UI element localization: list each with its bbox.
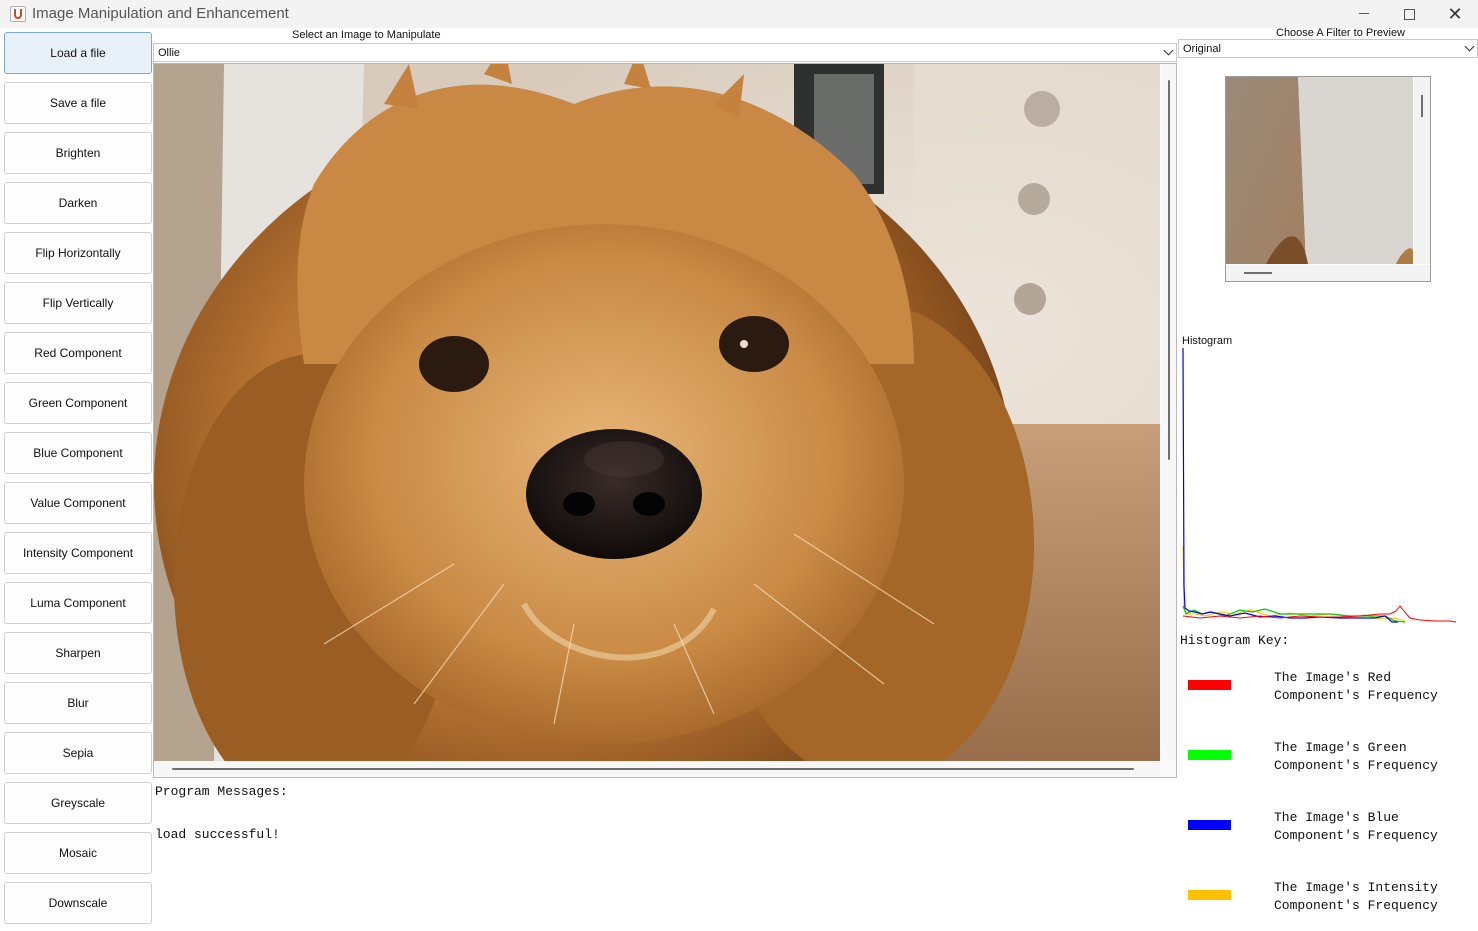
close-icon: ✕: [1447, 3, 1463, 24]
maximize-button[interactable]: [1386, 0, 1432, 28]
intensity-key-line1: The Image's Intensity: [1274, 880, 1438, 895]
minimize-icon: [1359, 12, 1369, 14]
filter-select-dropdown[interactable]: Original: [1178, 39, 1478, 58]
preview-horizontal-thumb[interactable]: [1244, 272, 1272, 274]
intensity-key-swatch: [1188, 890, 1231, 900]
load-file-button[interactable]: Load a file: [4, 32, 152, 74]
darken-button[interactable]: Darken: [4, 182, 152, 224]
chevron-down-icon: [1464, 41, 1475, 52]
maximize-icon: [1403, 8, 1415, 20]
blue-key-line1: The Image's Blue: [1274, 810, 1399, 825]
flip-horizontally-button[interactable]: Flip Horizontally: [4, 232, 152, 274]
image-selector-label: Select an Image to Manipulate: [292, 29, 441, 41]
blue-frequency-line: [1182, 347, 1398, 623]
filter-preview-image: [1226, 77, 1413, 264]
downscale-button[interactable]: Downscale: [4, 882, 152, 924]
message-line: load successful!: [155, 827, 280, 842]
intensity-frequency-line: [1182, 545, 1406, 622]
green-frequency-line: [1182, 605, 1406, 623]
messages-title: Program Messages:: [155, 784, 288, 799]
green-key-line2: Component's Frequency: [1274, 758, 1438, 773]
image-select-dropdown[interactable]: Ollie: [153, 43, 1177, 62]
red-key-swatch: [1188, 680, 1231, 690]
brighten-button[interactable]: Brighten: [4, 132, 152, 174]
intensity-component-button[interactable]: Intensity Component: [4, 532, 152, 574]
green-key-line1: The Image's Green: [1274, 740, 1407, 755]
luma-component-button[interactable]: Luma Component: [4, 582, 152, 624]
green-component-button[interactable]: Green Component: [4, 382, 152, 424]
filter-selector-label: Choose A Filter to Preview: [1276, 27, 1406, 39]
red-component-button[interactable]: Red Component: [4, 332, 152, 374]
histogram-chart: [1180, 346, 1465, 636]
image-horizontal-scrollbar[interactable]: [154, 761, 1160, 777]
image-scroll-pane[interactable]: [153, 63, 1177, 778]
sharpen-button[interactable]: Sharpen: [4, 632, 152, 674]
preview-vertical-thumb[interactable]: [1421, 95, 1423, 117]
image-select-value: Ollie: [158, 46, 181, 59]
vertical-scroll-thumb[interactable]: [1168, 80, 1170, 460]
dog-photo: [154, 64, 1160, 761]
chevron-down-icon: [1163, 45, 1174, 56]
minimize-button[interactable]: [1341, 0, 1387, 28]
blue-component-button[interactable]: Blue Component: [4, 432, 152, 474]
greyscale-button[interactable]: Greyscale: [4, 782, 152, 824]
blue-key-text: The Image's Blue Component's Frequency: [1274, 809, 1474, 845]
value-component-button[interactable]: Value Component: [4, 482, 152, 524]
histogram-key-title: Histogram Key:: [1180, 633, 1290, 648]
red-key-line1: The Image's Red: [1274, 670, 1392, 685]
intensity-key-line2: Component's Frequency: [1274, 898, 1438, 913]
red-key-line2: Component's Frequency: [1274, 688, 1438, 703]
title-bar: Image Manipulation and Enhancement ✕: [0, 0, 1478, 28]
blue-key-swatch: [1188, 820, 1231, 830]
sepia-button[interactable]: Sepia: [4, 732, 152, 774]
filter-preview-pane[interactable]: [1225, 76, 1431, 282]
red-key-text: The Image's Red Component's Frequency: [1274, 669, 1474, 705]
mosaic-button[interactable]: Mosaic: [4, 832, 152, 874]
blue-key-line2: Component's Frequency: [1274, 828, 1438, 843]
close-button[interactable]: ✕: [1432, 0, 1478, 28]
save-file-button[interactable]: Save a file: [4, 82, 152, 124]
green-key-text: The Image's Green Component's Frequency: [1274, 739, 1474, 775]
flip-vertically-button[interactable]: Flip Vertically: [4, 282, 152, 324]
window-title: Image Manipulation and Enhancement: [32, 5, 289, 22]
filter-select-value: Original: [1183, 42, 1221, 55]
intensity-key-text: The Image's Intensity Component's Frequen…: [1274, 879, 1474, 915]
green-key-swatch: [1188, 750, 1231, 760]
blur-button[interactable]: Blur: [4, 682, 152, 724]
preview-horizontal-scrollbar[interactable]: [1226, 265, 1430, 281]
preview-vertical-scrollbar[interactable]: [1414, 77, 1430, 264]
program-messages-area[interactable]: Program Messages: load successful!: [155, 783, 1170, 923]
horizontal-scroll-thumb[interactable]: [172, 768, 1134, 770]
java-app-icon: [10, 6, 26, 22]
image-vertical-scrollbar[interactable]: [1162, 64, 1176, 761]
